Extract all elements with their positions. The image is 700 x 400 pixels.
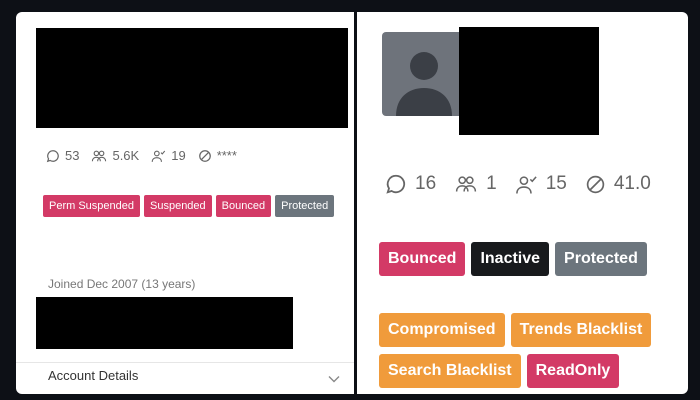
chevron-down-icon[interactable] xyxy=(328,370,340,388)
right-badges-row-2: Compromised Trends Blacklist xyxy=(379,313,657,347)
badge-perm-suspended: Perm Suspended xyxy=(43,195,140,217)
badge-bounced: Bounced xyxy=(379,242,466,276)
right-blocked-count: 41.0 xyxy=(613,173,651,194)
account-details-toggle[interactable]: Account Details xyxy=(16,362,354,394)
left-stat-blocked: **** xyxy=(198,148,237,163)
left-stat-following: 19 xyxy=(151,148,186,163)
right-followers-count: 1 xyxy=(486,173,497,194)
left-stat-followers: 5.6K xyxy=(91,148,139,163)
left-blocked-count: **** xyxy=(216,148,237,163)
badge-inactive: Inactive xyxy=(471,242,550,276)
badge-trends-blacklist: Trends Blacklist xyxy=(510,313,652,347)
right-profile-card: 16 1 15 41.0 Bounced Inactive Protected … xyxy=(357,12,688,394)
panel-divider xyxy=(354,12,357,400)
right-stats-row: 16 1 15 41.0 xyxy=(385,173,669,195)
left-stat-comments: 53 xyxy=(46,148,79,163)
badge-protected: Protected xyxy=(275,195,335,217)
default-avatar-icon xyxy=(396,52,452,116)
followers-icon xyxy=(454,174,478,194)
right-following-count: 15 xyxy=(545,173,567,194)
badge-protected: Protected xyxy=(555,242,647,276)
badge-readonly: ReadOnly xyxy=(526,354,620,388)
profile-comparison-frame: 53 5.6K 19 **** Perm Suspended Suspended… xyxy=(16,12,688,394)
right-stat-following: 15 xyxy=(515,173,567,195)
comment-icon xyxy=(385,173,407,195)
redacted-info-block xyxy=(36,297,293,349)
left-stats-row: 53 5.6K 19 **** xyxy=(46,148,249,163)
badge-suspended: Suspended xyxy=(144,195,212,217)
left-followers-count: 5.6K xyxy=(112,148,140,163)
right-stat-comments: 16 xyxy=(385,173,436,195)
following-icon xyxy=(151,149,166,163)
joined-date: Joined Dec 2007 (13 years) xyxy=(48,277,196,291)
right-stat-followers: 1 xyxy=(454,173,497,195)
account-details-label: Account Details xyxy=(48,368,139,383)
right-stat-blocked: 41.0 xyxy=(585,173,651,195)
avatar xyxy=(382,32,466,116)
redacted-name-block xyxy=(459,27,599,135)
left-profile-card: 53 5.6K 19 **** Perm Suspended Suspended… xyxy=(16,12,354,394)
blocked-icon xyxy=(198,149,212,163)
right-badges-row-1: Bounced Inactive Protected xyxy=(379,242,653,276)
badge-bounced: Bounced xyxy=(215,195,272,217)
right-comments-count: 16 xyxy=(415,173,437,194)
blocked-icon xyxy=(585,174,606,195)
badge-search-blacklist: Search Blacklist xyxy=(379,354,521,388)
badge-compromised: Compromised xyxy=(379,313,505,347)
right-badges-row-3: Search Blacklist ReadOnly xyxy=(379,354,625,388)
left-status-badges: Perm Suspended Suspended Bounced Protect… xyxy=(43,195,343,222)
followers-icon xyxy=(91,149,107,163)
following-icon xyxy=(515,174,538,195)
redacted-header-banner xyxy=(36,28,348,128)
left-comments-count: 53 xyxy=(65,148,80,163)
comment-icon xyxy=(46,149,60,163)
left-following-count: 19 xyxy=(171,148,186,163)
